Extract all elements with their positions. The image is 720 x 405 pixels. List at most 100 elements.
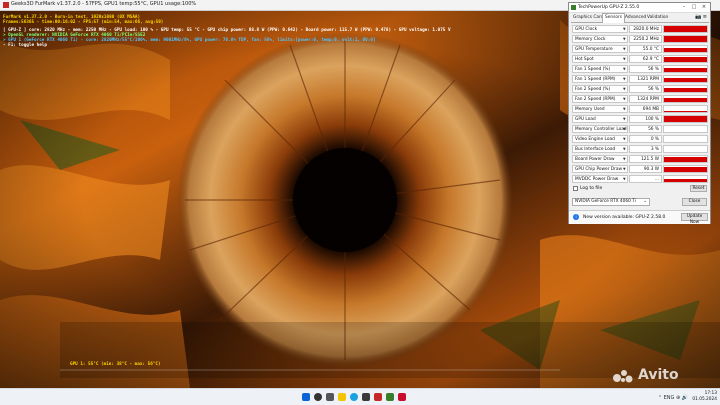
reset-button[interactable]: Reset [690,185,707,192]
sensor-graph [663,165,708,173]
sensor-row: Fan 1 Speed (%) ▼ 56 % [572,65,708,74]
gpuz-tabs: Graphics Card Sensors Advanced Validatio… [571,13,709,23]
chevron-down-icon[interactable]: ▼ [623,167,626,171]
sensor-graph [663,65,708,73]
sensor-value: 55.0 °C [629,45,662,53]
tab-validation[interactable]: Validation [645,14,670,21]
chevron-down-icon[interactable]: ▼ [623,87,626,91]
search-icon[interactable] [314,393,322,401]
sensor-value: 56 % [629,65,662,73]
chevron-down-icon[interactable]: ▼ [623,157,626,161]
chevron-down-icon[interactable]: ▼ [623,37,626,41]
clock[interactable]: 17:13 01.05.2024 [692,391,717,402]
tab-graphics-card[interactable]: Graphics Card [571,14,605,21]
screenshot-menu-icons[interactable]: 📷 ≡ [695,14,707,20]
furmark-taskbar-icon[interactable] [374,393,382,401]
overlay-line-gpu1: > GPU 1 (GeForce RTX 4060 Ti) - core: 28… [3,38,376,43]
update-now-button[interactable]: Update Now [681,213,708,225]
avito-watermark: Avito [612,366,708,384]
sensor-value: 0 % [629,135,662,143]
update-message: New version available: GPU-Z 2.58.0 [583,215,666,220]
sensor-row: Fan 1 Speed (RPM) ▼ 1321 RPM [572,75,708,84]
tab-sensors[interactable]: Sensors [602,13,625,23]
sensor-graph [663,105,708,113]
chevron-down-icon[interactable]: ▼ [623,147,626,151]
start-icon[interactable] [302,393,310,401]
sensor-label[interactable]: Hot Spot [572,55,628,63]
gpuz-taskbar-icon[interactable] [386,393,394,401]
sensor-graph-fill [664,88,707,92]
overlay-line-help: - F1: toggle help [3,43,47,48]
chevron-down-icon[interactable]: ▼ [623,77,626,81]
close-window-button[interactable]: × [700,4,708,11]
sensor-graph [663,35,708,43]
clock-date: 01.05.2024 [692,396,717,402]
sensor-label[interactable]: Memory Used [572,105,628,113]
sensor-graph-fill [664,98,707,102]
taskbar: ⌃ ENG ⊕ 🔊 17:13 01.05.2024 [0,388,720,405]
sensor-graph [663,55,708,63]
sensor-label[interactable]: Fan 2 Speed (%) [572,85,628,93]
sensor-row: Video Engine Load ▼ 0 % [572,135,708,144]
sensor-value: 694 MB [629,105,662,113]
log-to-file-label: Log to file [580,186,603,191]
sensor-label[interactable]: GPU Temperature [572,45,628,53]
file-explorer-icon[interactable] [338,393,346,401]
store-icon[interactable] [362,393,370,401]
sensor-row: Memory Clock ▼ 2250.2 MHz [572,35,708,44]
sensor-label[interactable]: Memory Controller Load [572,125,628,133]
sensor-label[interactable]: MVDDC Power Draw [572,175,628,183]
chevron-down-icon[interactable]: ▼ [623,27,626,31]
sensor-graph-fill [664,47,707,52]
sensor-graph [663,175,708,183]
info-icon: i [573,214,579,220]
sensor-value: 1324 RPM [629,95,662,103]
sensor-label[interactable]: GPU Chip Power Draw [572,165,628,173]
sensor-row: GPU Temperature ▼ 55.0 °C [572,45,708,54]
sensor-row: Fan 2 Speed (%) ▼ 56 % [572,85,708,94]
furmark-window-title: Geeks3D FurMark v1.37.2.0 - 57FPS, GPU1 … [11,1,197,7]
gpuz-app-icon [571,5,576,10]
system-tray-icons[interactable]: ⌃ ENG ⊕ 🔊 [658,395,688,401]
log-to-file-checkbox[interactable] [573,186,578,191]
chevron-down-icon[interactable]: ▼ [623,117,626,121]
sensor-label[interactable]: GPU Clock [572,25,628,33]
sensor-row: Memory Controller Load ▼ 56 % [572,125,708,134]
app-taskbar-icon[interactable] [398,393,406,401]
sensor-graph [663,125,708,133]
gpuz-title-bar[interactable]: TechPowerUp GPU-Z 2.55.0 – □ × [569,3,710,13]
chevron-down-icon[interactable]: ▼ [623,47,626,51]
chevron-down-icon: ⌄ [643,199,647,204]
furmark-app-icon [3,2,9,8]
chevron-down-icon[interactable]: ▼ [623,97,626,101]
sensor-row: Bus Interface Load ▼ 3 % [572,145,708,154]
sensor-graph-fill [664,179,707,182]
sensor-label[interactable]: Fan 1 Speed (%) [572,65,628,73]
chevron-down-icon[interactable]: ▼ [623,67,626,71]
sensor-label[interactable]: Fan 1 Speed (RPM) [572,75,628,83]
maximize-button[interactable]: □ [690,4,698,11]
sensor-value: 2820.0 MHz [629,25,662,33]
task-view-icon[interactable] [326,393,334,401]
edge-icon[interactable] [350,393,358,401]
chevron-down-icon[interactable]: ▼ [623,177,626,181]
sensor-value: 2250.2 MHz [629,35,662,43]
close-button[interactable]: Close [682,198,707,206]
gpu-select[interactable]: NVIDIA GeForce RTX 4060 Ti ⌄ [572,198,650,206]
minimize-button[interactable]: – [680,4,688,11]
chevron-down-icon[interactable]: ▼ [623,57,626,61]
sensor-value: ... [629,175,662,183]
sensor-row: Memory Used ▼ 694 MB [572,105,708,114]
sensor-graph-fill [664,36,707,42]
chevron-down-icon[interactable]: ▼ [623,127,626,131]
sensor-label[interactable]: Fan 2 Speed (RPM) [572,95,628,103]
sensor-label[interactable]: Bus Interface Load [572,145,628,153]
sensor-graph [663,155,708,163]
sensor-label[interactable]: Video Engine Load [572,135,628,143]
chevron-down-icon[interactable]: ▼ [623,137,626,141]
sensor-label[interactable]: Board Power Draw [572,155,628,163]
sensor-label[interactable]: GPU Load [572,115,628,123]
chevron-down-icon[interactable]: ▼ [623,107,626,111]
sensor-label[interactable]: Memory Clock [572,35,628,43]
sensor-graph [663,85,708,93]
